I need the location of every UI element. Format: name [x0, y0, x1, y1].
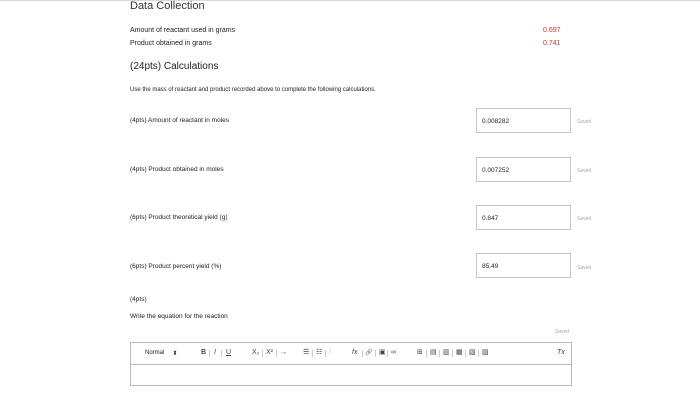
chain-icon[interactable]: ∞	[391, 349, 396, 357]
reactant-grams-label: Amount of reactant used in grams	[130, 27, 236, 34]
underline-button[interactable]: U	[226, 349, 231, 357]
saved-status: Saved	[577, 168, 592, 174]
toolbar-divider	[478, 350, 479, 357]
toolbar-divider	[375, 350, 376, 357]
saved-status: Saved	[577, 119, 592, 125]
superscript-button[interactable]: X²	[266, 349, 273, 357]
toolbar-divider	[276, 350, 277, 357]
calculations-instructions: Use the mass of reactant and product rec…	[130, 87, 376, 93]
bold-button[interactable]: B	[201, 349, 206, 357]
table-delete-icon[interactable]: ▦	[456, 349, 463, 357]
bullet-list-icon[interactable]: ☷	[316, 349, 322, 357]
chevron-updown-icon: ⬍	[172, 351, 178, 357]
saved-status: Saved	[555, 329, 570, 335]
product-grams-value: 0.741	[543, 40, 561, 47]
toolbar-divider	[426, 350, 427, 357]
product-grams-label: Product obtained in grams	[130, 40, 212, 47]
align-icon[interactable]: ⫶	[329, 349, 331, 357]
table-split-icon[interactable]: ▨	[482, 349, 489, 357]
clear-format-icon[interactable]: Tx	[557, 349, 565, 357]
ordered-list-icon[interactable]: ☰	[303, 349, 309, 357]
calculations-title: (24pts) Calculations	[130, 61, 219, 72]
link-icon[interactable]: 🔗	[365, 349, 372, 357]
question-reactant-moles: (4pts) Amount of reactant in moles	[130, 117, 229, 124]
toolbar-divider	[452, 350, 453, 357]
toolbar-divider	[221, 350, 222, 357]
toolbar-divider	[465, 350, 466, 357]
saved-status: Saved	[577, 216, 592, 222]
table-row-icon[interactable]: ▤	[430, 349, 437, 357]
toolbar-divider	[387, 350, 388, 357]
format-label: Normal	[145, 350, 165, 356]
answer-percent-yield-input[interactable]: 85.49	[476, 253, 571, 278]
question-theoretical-yield: (6pts) Product theoretical yield (g)	[130, 214, 228, 221]
answer-theoretical-yield-input[interactable]: 0.847	[476, 205, 571, 230]
answer-product-moles-input[interactable]: 0.007252	[476, 157, 571, 182]
reactant-grams-value: 0.697	[543, 27, 561, 34]
equation-text-area[interactable]	[131, 365, 571, 385]
table-column-icon[interactable]: ▥	[443, 349, 450, 357]
italic-button[interactable]: I	[214, 349, 216, 357]
toolbar-divider	[439, 350, 440, 357]
toolbar-divider	[312, 350, 313, 357]
toolbar-divider	[209, 350, 210, 357]
editor-toolbar: Normal ⬍ B I U X₂ X² → ☰ ☷ ⫶ fx 🔗 ▣ ∞ ⊞ …	[131, 343, 571, 365]
question-product-moles: (4pts) Product obtained in moles	[130, 166, 224, 173]
top-divider	[0, 0, 700, 1]
arrow-button[interactable]: →	[280, 349, 287, 357]
table-icon[interactable]: ⊞	[417, 349, 423, 357]
saved-status: Saved	[577, 265, 592, 271]
subscript-button[interactable]: X₂	[252, 349, 259, 357]
image-icon[interactable]: ▣	[379, 349, 386, 357]
equation-editor: Normal ⬍ B I U X₂ X² → ☰ ☷ ⫶ fx 🔗 ▣ ∞ ⊞ …	[130, 342, 572, 386]
toolbar-divider	[262, 350, 263, 357]
toolbar-divider	[362, 350, 363, 357]
toolbar-divider	[325, 350, 326, 357]
question-percent-yield: (6pts) Product percent yield (%)	[130, 263, 222, 270]
table-merge-icon[interactable]: ▧	[469, 349, 476, 357]
equation-points: (4pts)	[130, 296, 147, 303]
formula-icon[interactable]: fx	[352, 349, 357, 357]
answer-reactant-moles-input[interactable]: 0.008282	[476, 108, 571, 133]
data-collection-title: Data Collection	[130, 0, 205, 12]
paragraph-format-select[interactable]: Normal ⬍	[145, 350, 177, 357]
equation-label: Write the equation for the reaction	[130, 313, 228, 320]
